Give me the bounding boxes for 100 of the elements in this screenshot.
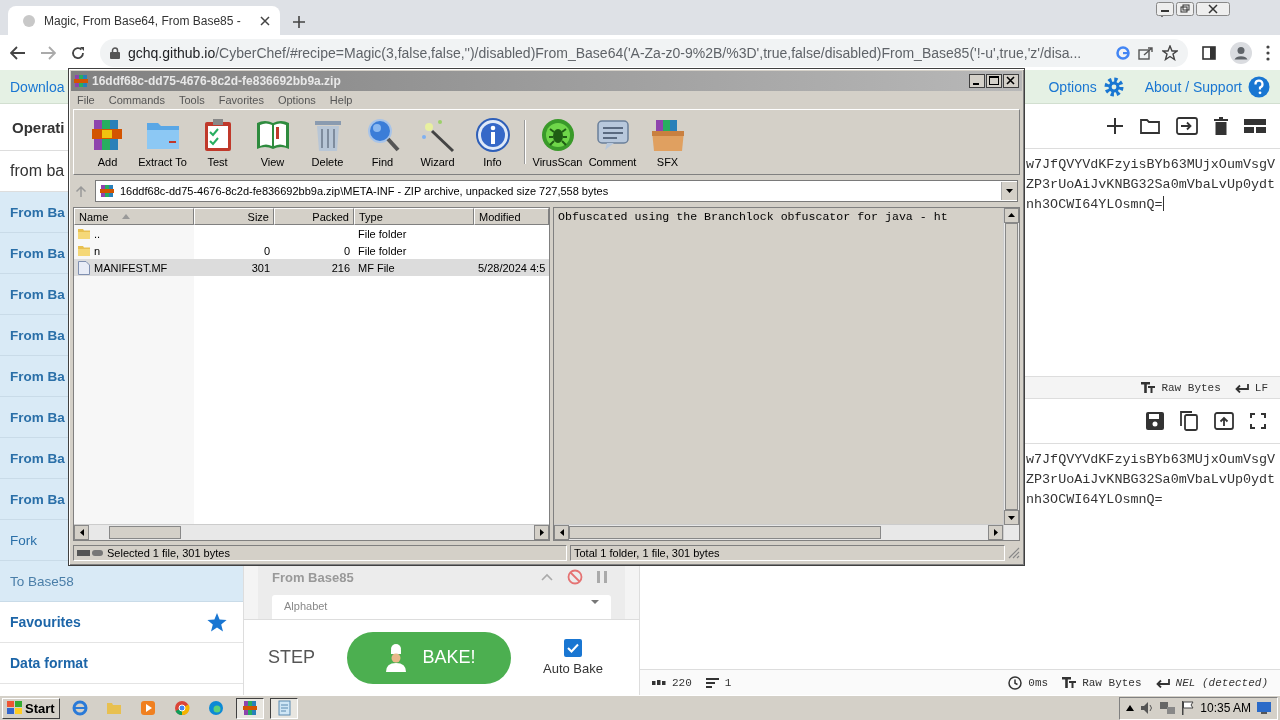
chevron-up-icon[interactable]: [1126, 705, 1135, 711]
input-icon[interactable]: [1176, 117, 1198, 135]
layout-icon[interactable]: [1244, 119, 1266, 133]
new-tab-icon[interactable]: [292, 15, 306, 29]
header-link[interactable]: About / Support: [1144, 78, 1242, 95]
column-header[interactable]: Type: [354, 208, 474, 225]
disable-icon[interactable]: [567, 569, 583, 585]
menu-item[interactable]: Tools: [179, 94, 205, 106]
maximize-icon[interactable]: [986, 74, 1002, 88]
menu-item[interactable]: File: [77, 94, 95, 106]
add-icon[interactable]: [1106, 117, 1124, 135]
menu-item[interactable]: Options: [277, 94, 316, 106]
column-header[interactable]: Packed: [274, 208, 354, 225]
step-button[interactable]: STEP: [268, 647, 315, 668]
operation-item[interactable]: From Ba: [10, 245, 65, 261]
column-header[interactable]: Size: [194, 208, 274, 225]
menu-item[interactable]: Help: [329, 94, 353, 106]
star-icon[interactable]: [1162, 44, 1178, 61]
column-header[interactable]: Name: [74, 208, 194, 225]
status-item[interactable]: NEL (detected): [1175, 676, 1268, 689]
return-arrow-icon[interactable]: [1234, 382, 1249, 393]
toolbar-button[interactable]: Wizard: [410, 113, 465, 171]
operation-item[interactable]: From Ba: [10, 327, 65, 343]
close-icon[interactable]: [260, 15, 270, 26]
operation-item[interactable]: From Ba: [10, 204, 65, 220]
archive-icon[interactable]: [241, 700, 258, 716]
category-item[interactable]: Data format: [10, 655, 88, 671]
operation-item[interactable]: From Ba: [10, 409, 65, 425]
reload-icon[interactable]: [70, 44, 86, 61]
media-player-icon[interactable]: [139, 700, 156, 716]
status-item[interactable]: Raw Bytes: [1082, 676, 1142, 689]
replace-input-icon[interactable]: [1214, 412, 1234, 430]
address-bar[interactable]: gchq.github.io/CyberChef/#recipe=Magic(3,false,false,'')/disabled)From_Base64('A-Za-z0-9%2B/%3D',true,false/disabled)From_Base85('!-u',true,'z'/disa...: [100, 38, 1188, 67]
category-item[interactable]: Favourites: [10, 614, 81, 630]
text-size-icon[interactable]: [1141, 382, 1156, 393]
share-icon[interactable]: [1138, 45, 1154, 60]
status-item[interactable]: LF: [1254, 381, 1268, 394]
scrollbar-thumb[interactable]: [569, 526, 881, 539]
operation-item[interactable]: From Ba: [10, 491, 65, 507]
star-icon[interactable]: [207, 612, 227, 632]
column-header[interactable]: Modified: [474, 208, 549, 225]
close-icon[interactable]: [1003, 74, 1019, 88]
settings-icon[interactable]: [1102, 75, 1125, 98]
toolbar-button[interactable]: Find: [355, 113, 410, 171]
operation-item[interactable]: From Ba: [10, 450, 65, 466]
restore-icon[interactable]: [1176, 2, 1194, 16]
scroll-down-icon[interactable]: [1004, 510, 1019, 525]
help-icon[interactable]: [1248, 75, 1270, 98]
close-icon[interactable]: [1196, 2, 1230, 16]
header-link[interactable]: Options: [1048, 78, 1097, 95]
alphabet-field[interactable]: Alphabet: [272, 595, 611, 619]
minimize-icon[interactable]: [969, 74, 985, 88]
desktop-icon[interactable]: [1257, 702, 1271, 714]
text-size-icon[interactable]: [1062, 677, 1077, 688]
operation-item[interactable]: From Ba: [10, 286, 65, 302]
dropdown-icon[interactable]: [1006, 189, 1013, 193]
trash-icon[interactable]: [1214, 117, 1228, 135]
scroll-right-icon[interactable]: [988, 525, 1003, 540]
network-icon[interactable]: [1160, 701, 1177, 715]
input-text[interactable]: w7JfQVYVdKFzyisBYb63MUjxOumVsgV ZP3rUoAiJvKNBG32Sa0mVbaLvUp0ydt nh3OCWI64YLOsmnQ=: [1026, 149, 1276, 376]
browser-tab[interactable]: Magic, From Base64, From Base85 -: [8, 6, 280, 35]
toolbar-button[interactable]: Info: [465, 113, 520, 171]
checkbox[interactable]: [564, 639, 582, 657]
toolbar-button[interactable]: SFX: [640, 113, 695, 171]
scroll-left-icon[interactable]: [554, 525, 569, 540]
operation-item[interactable]: Fork: [10, 532, 37, 548]
toolbar-button[interactable]: Comment: [585, 113, 640, 171]
fullscreen-icon[interactable]: [1250, 413, 1266, 429]
file-row[interactable]: .. File folder: [74, 225, 549, 242]
operation-item[interactable]: From Ba: [10, 368, 65, 384]
toolbar-button[interactable]: View: [245, 113, 300, 171]
start-button[interactable]: Start: [2, 697, 60, 719]
menu-item[interactable]: Favorites: [218, 94, 264, 106]
scrollbar-thumb[interactable]: [1005, 222, 1018, 511]
toolbar-button[interactable]: VirusScan: [530, 113, 585, 171]
toolbar-button[interactable]: Delete: [300, 113, 355, 171]
menu-item[interactable]: Commands: [108, 94, 165, 106]
scroll-right-icon[interactable]: [534, 525, 549, 540]
profile-icon[interactable]: [1230, 41, 1252, 64]
banner-link[interactable]: Downloa: [10, 78, 65, 95]
search-field[interactable]: from ba: [10, 162, 65, 180]
menu-icon[interactable]: [1266, 44, 1270, 61]
status-item[interactable]: Raw Bytes: [1161, 381, 1221, 394]
ie-icon[interactable]: [71, 700, 88, 716]
save-icon[interactable]: [1146, 412, 1164, 430]
copy-icon[interactable]: [1180, 411, 1198, 431]
minimize-icon[interactable]: [1156, 2, 1174, 16]
return-arrow-icon[interactable]: [1155, 677, 1170, 688]
file-row[interactable]: MANIFEST.MF 301 216 MF File 5/28/2024 4:5: [74, 259, 549, 276]
google-icon[interactable]: [1116, 45, 1130, 60]
scroll-left-icon[interactable]: [74, 525, 89, 540]
operation-item[interactable]: To Base58: [10, 573, 74, 589]
file-row[interactable]: n 0 0 File folder: [74, 242, 549, 259]
folder-icon[interactable]: [1140, 118, 1160, 134]
path-field[interactable]: 16ddf68c-dd75-4676-8c2d-fe836692bb9a.zip\META-INF - ZIP archive, unpacked size 727,558 bytes: [95, 180, 1018, 202]
back-icon[interactable]: [10, 45, 26, 60]
scroll-up-icon[interactable]: [1004, 208, 1019, 223]
scrollbar-thumb[interactable]: [109, 526, 181, 539]
side-panel-icon[interactable]: [1202, 45, 1216, 60]
flag-icon[interactable]: [1182, 701, 1195, 715]
